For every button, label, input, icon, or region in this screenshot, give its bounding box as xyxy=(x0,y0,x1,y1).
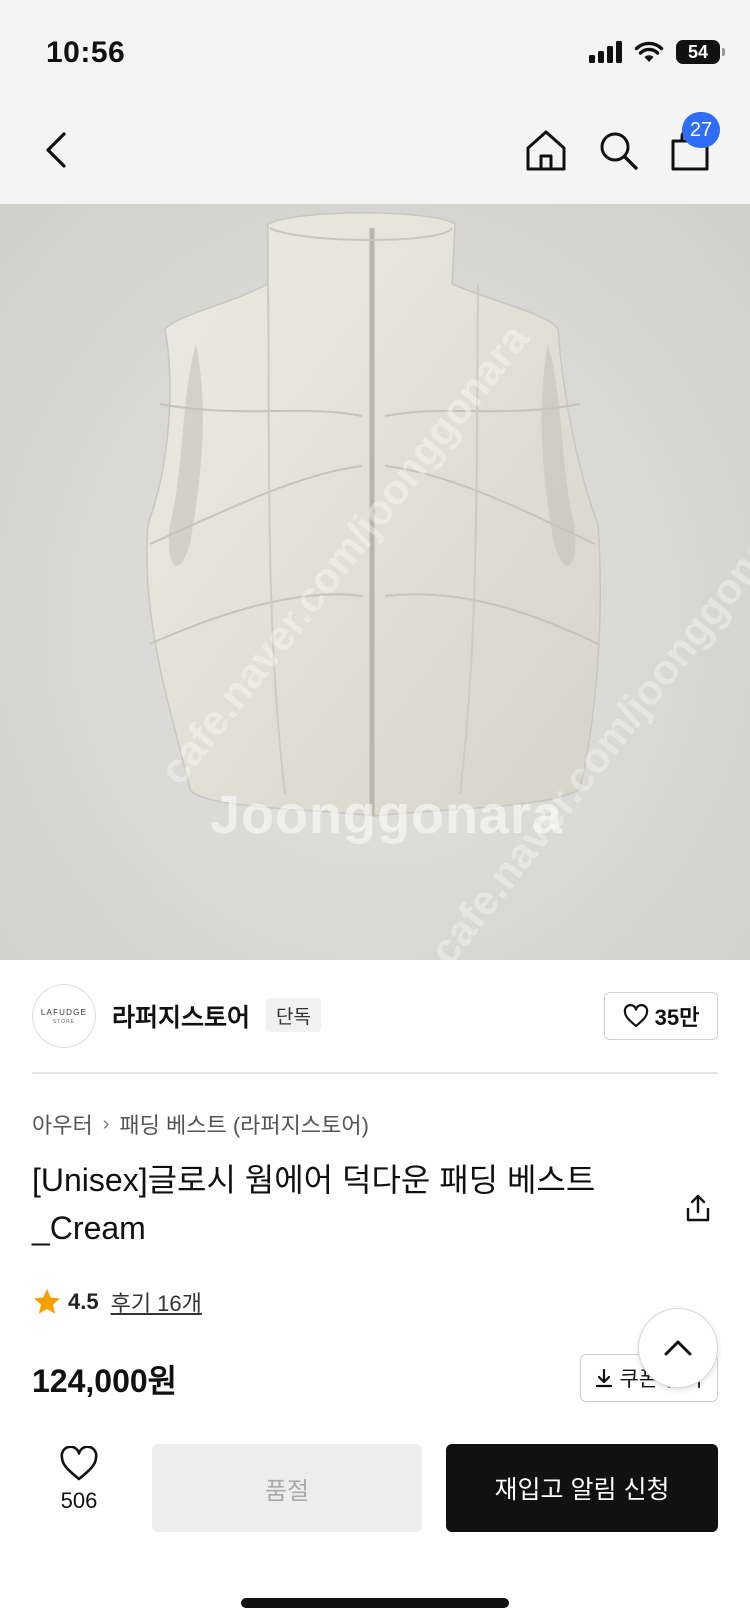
store-like-button[interactable]: 35만 xyxy=(604,992,718,1040)
breadcrumb-category[interactable]: 아우터 xyxy=(32,1108,93,1140)
cellular-signal-icon xyxy=(589,41,622,63)
store-like-count: 35만 xyxy=(654,1005,700,1030)
status-time: 10:56 xyxy=(46,36,126,69)
soldout-button: 품절 xyxy=(152,1444,422,1532)
store-logo-subtext: STORE xyxy=(52,1018,76,1025)
battery-icon: 54 xyxy=(676,40,725,64)
battery-level: 54 xyxy=(687,41,709,62)
wishlist-count: 506 xyxy=(60,1488,98,1513)
product-image[interactable]: Joonggonara cafe.naver.com/joonggonara c… xyxy=(0,204,750,960)
search-icon xyxy=(600,132,638,170)
status-bar: 10:56 54 xyxy=(0,0,750,100)
heart-icon xyxy=(60,1446,98,1481)
back-button[interactable] xyxy=(36,122,76,178)
product-price: 124,000원 xyxy=(32,1363,178,1399)
review-link[interactable]: 후기 16개 xyxy=(111,1286,202,1318)
padded-vest-illustration xyxy=(146,212,602,817)
download-icon xyxy=(596,1368,613,1388)
breadcrumb: 아우터 › 패딩 베스트 (라퍼지스토어) xyxy=(32,1108,369,1140)
wishlist-button[interactable]: 506 xyxy=(42,1446,116,1526)
product-title: [Unisex]글로시 웜에어 덕다운 패딩 베스트_Cream xyxy=(32,1162,596,1246)
exclusive-tag: 단독 xyxy=(266,998,321,1032)
bottom-action-bar: 506 품절 재입고 알림 신청 xyxy=(0,1420,750,1624)
store-logo-text: LAFUDGE xyxy=(40,1007,88,1017)
home-icon xyxy=(526,130,566,171)
restock-alert-button[interactable]: 재입고 알림 신청 xyxy=(446,1444,718,1532)
star-icon xyxy=(34,1289,60,1314)
store-row: LAFUDGE STORE 라퍼지스토어 단독 35만 xyxy=(32,984,718,1048)
nav-bar: 27 xyxy=(0,100,750,204)
search-button[interactable] xyxy=(592,124,644,176)
home-indicator[interactable] xyxy=(241,1598,509,1608)
chevron-left-icon xyxy=(46,132,66,168)
rating-row: 4.5 후기 16개 xyxy=(32,1286,202,1318)
share-button[interactable] xyxy=(680,1190,716,1226)
home-button[interactable] xyxy=(520,124,572,176)
breadcrumb-subcategory[interactable]: 패딩 베스트 (라퍼지스토어) xyxy=(119,1108,369,1140)
chevron-up-icon xyxy=(664,1340,692,1356)
chevron-right-icon: › xyxy=(102,1112,110,1135)
cart-button[interactable]: 27 xyxy=(664,112,720,176)
heart-icon xyxy=(623,1004,648,1028)
status-icons: 54 xyxy=(589,40,725,64)
store-logo[interactable]: LAFUDGE STORE xyxy=(32,984,96,1048)
divider xyxy=(32,1072,718,1074)
scroll-to-top-button[interactable] xyxy=(638,1308,718,1388)
cart-count-badge: 27 xyxy=(682,112,720,148)
rating-score: 4.5 xyxy=(68,1289,99,1314)
share-icon xyxy=(686,1194,710,1222)
wifi-icon xyxy=(634,41,664,62)
store-name[interactable]: 라퍼지스토어 xyxy=(112,998,250,1034)
